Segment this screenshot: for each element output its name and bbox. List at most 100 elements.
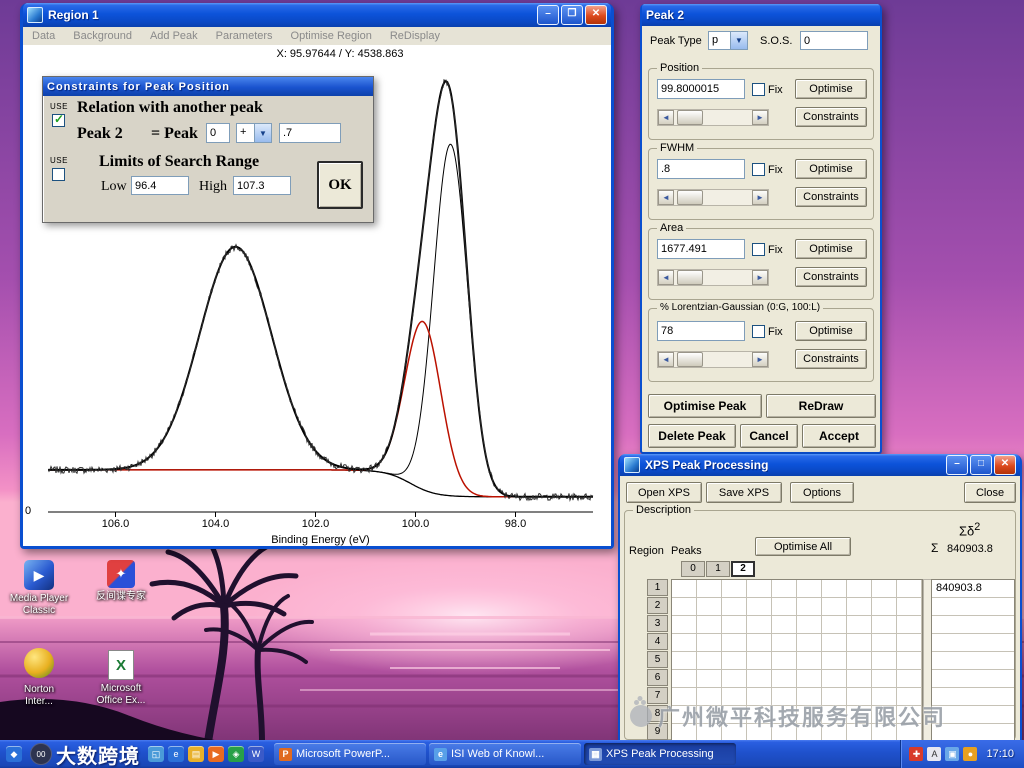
accept-button[interactable]: Accept	[802, 424, 876, 448]
open-xps-button[interactable]: Open XPS	[626, 482, 702, 503]
tray-network-icon[interactable]: ▣	[945, 747, 960, 761]
folder-icon[interactable]: ▤	[188, 746, 204, 762]
scroll-left-icon[interactable]: ◄	[658, 190, 674, 205]
fwhm-fix-checkbox[interactable]	[752, 163, 765, 176]
word-icon[interactable]: W	[248, 746, 264, 762]
media-player-icon[interactable]: ▶	[208, 746, 224, 762]
chevron-down-icon[interactable]: ▼	[730, 32, 747, 49]
area-constraints-button[interactable]: Constraints	[795, 267, 867, 287]
close-button[interactable]: Close	[964, 482, 1016, 503]
taskbar-app-icon[interactable]: ◆	[6, 746, 22, 762]
fwhm-input[interactable]: .8	[657, 159, 745, 179]
position-input[interactable]: 99.8000015	[657, 79, 745, 99]
relation-operator-select[interactable]: + ▼	[236, 123, 272, 143]
low-input[interactable]: 96.4	[131, 176, 189, 195]
scroll-thumb[interactable]	[677, 270, 703, 285]
menu-parameters[interactable]: Parameters	[207, 30, 282, 42]
grid-row-header[interactable]: 6	[647, 669, 668, 686]
messenger-icon[interactable]: ◈	[228, 746, 244, 762]
fwhm-constraints-button[interactable]: Constraints	[795, 187, 867, 207]
scroll-track[interactable]	[674, 190, 752, 205]
fwhm-optimise-button[interactable]: Optimise	[795, 159, 867, 179]
save-xps-button[interactable]: Save XPS	[706, 482, 782, 503]
desktop-icon-anti-spy[interactable]: ✦ 反间谍专家	[82, 560, 160, 603]
high-input[interactable]: 107.3	[233, 176, 291, 195]
close-icon[interactable]: ✕	[994, 455, 1016, 475]
internet-explorer-icon[interactable]: e	[168, 746, 184, 762]
lg-fix-checkbox[interactable]	[752, 325, 765, 338]
area-input[interactable]: 1677.491	[657, 239, 745, 259]
area-optimise-button[interactable]: Optimise	[795, 239, 867, 259]
chevron-down-icon[interactable]: ▼	[254, 124, 271, 142]
scroll-thumb[interactable]	[677, 190, 703, 205]
desktop-icon-excel[interactable]: X Microsoft Office Ex...	[82, 650, 160, 707]
area-fix-checkbox[interactable]	[752, 243, 765, 256]
options-button[interactable]: Options	[790, 482, 854, 503]
position-fix-checkbox[interactable]	[752, 83, 765, 96]
peak-titlebar[interactable]: Peak 2	[642, 4, 880, 26]
constraints-titlebar[interactable]: Constraints for Peak Position	[43, 77, 373, 96]
scroll-thumb[interactable]	[677, 352, 703, 367]
position-scrollbar[interactable]: ◄ ►	[657, 109, 769, 126]
fwhm-scrollbar[interactable]: ◄ ►	[657, 189, 769, 206]
grid-row-header[interactable]: 1	[647, 579, 668, 596]
grid-row-header[interactable]: 5	[647, 651, 668, 668]
task-xps-peak-processing[interactable]: ▦ XPS Peak Processing	[584, 743, 736, 765]
grid-col-header[interactable]: 1	[706, 561, 730, 577]
area-scrollbar[interactable]: ◄ ►	[657, 269, 769, 286]
menu-redisplay[interactable]: ReDisplay	[381, 30, 449, 42]
minimize-button[interactable]: –	[537, 5, 559, 25]
processing-titlebar[interactable]: XPS Peak Processing – □ ✕	[620, 454, 1020, 476]
relation-peak-input[interactable]: 0	[206, 123, 230, 143]
position-constraints-button[interactable]: Constraints	[795, 107, 867, 127]
lg-input[interactable]: 78	[657, 321, 745, 341]
task-isi-web-of-knowledge[interactable]: e ISI Web of Knowl...	[429, 743, 581, 765]
scroll-left-icon[interactable]: ◄	[658, 270, 674, 285]
scroll-left-icon[interactable]: ◄	[658, 110, 674, 125]
position-optimise-button[interactable]: Optimise	[795, 79, 867, 99]
lg-scrollbar[interactable]: ◄ ►	[657, 351, 769, 368]
lg-optimise-button[interactable]: Optimise	[795, 321, 867, 341]
lg-constraints-button[interactable]: Constraints	[795, 349, 867, 369]
use-relation-checkbox[interactable]	[52, 112, 65, 127]
menu-optimise-region[interactable]: Optimise Region	[282, 30, 381, 42]
grid-col-header[interactable]: 2	[731, 561, 755, 577]
tray-antivirus-icon[interactable]: ✚	[909, 747, 924, 761]
cancel-button[interactable]: Cancel	[740, 424, 798, 448]
desktop-icon-media-player-classic[interactable]: ▶ Media Player Classic	[0, 560, 78, 617]
tray-language-icon[interactable]: A	[927, 747, 942, 761]
task-microsoft-powerpoint[interactable]: P Microsoft PowerP...	[274, 743, 426, 765]
show-desktop-icon[interactable]: ◱	[148, 746, 164, 762]
scroll-track[interactable]	[674, 270, 752, 285]
maximize-button[interactable]: □	[970, 455, 992, 475]
redraw-button[interactable]: ReDraw	[766, 394, 876, 418]
scroll-right-icon[interactable]: ►	[752, 110, 768, 125]
scroll-right-icon[interactable]: ►	[752, 270, 768, 285]
optimise-peak-button[interactable]: Optimise Peak	[648, 394, 762, 418]
close-button[interactable]: ✕	[585, 5, 607, 25]
scroll-track[interactable]	[674, 110, 752, 125]
sos-input[interactable]: 0	[800, 31, 868, 50]
grid-row-header[interactable]: 3	[647, 615, 668, 632]
delete-peak-button[interactable]: Delete Peak	[648, 424, 736, 448]
use-limits-checkbox[interactable]	[52, 168, 65, 181]
ok-button[interactable]: OK	[317, 161, 363, 209]
scroll-right-icon[interactable]: ►	[752, 352, 768, 367]
grid-col-header[interactable]: 0	[681, 561, 705, 577]
scroll-left-icon[interactable]: ◄	[658, 352, 674, 367]
peak-type-select[interactable]: p ▼	[708, 31, 748, 50]
scroll-track[interactable]	[674, 352, 752, 367]
menu-add-peak[interactable]: Add Peak	[141, 30, 207, 42]
scroll-thumb[interactable]	[677, 110, 703, 125]
region-titlebar[interactable]: Region 1 – ❐ ✕	[23, 3, 611, 27]
optimise-all-button[interactable]: Optimise All	[755, 537, 851, 556]
tray-update-icon[interactable]: ●	[963, 747, 978, 761]
grid-row-header[interactable]: 2	[647, 597, 668, 614]
grid-row-header[interactable]: 4	[647, 633, 668, 650]
desktop-icon-norton[interactable]: Norton Inter...	[0, 648, 78, 708]
minimize-button[interactable]: –	[946, 455, 968, 475]
relation-offset-input[interactable]: .7	[279, 123, 341, 143]
menu-data[interactable]: Data	[23, 30, 64, 42]
menu-background[interactable]: Background	[64, 30, 141, 42]
restore-button[interactable]: ❐	[561, 5, 583, 25]
